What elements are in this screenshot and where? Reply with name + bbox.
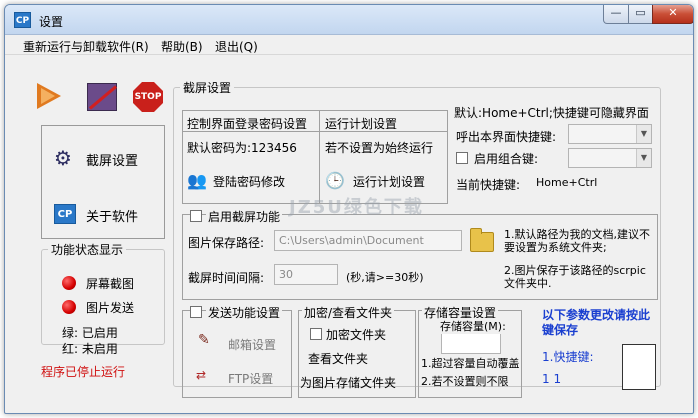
- chevron-down-icon: ▼: [636, 125, 651, 143]
- capacity-label: 存储容量(M):: [440, 318, 506, 334]
- path-note-2: 2.图片保存于该路径的scrpic文件夹中.: [504, 264, 646, 290]
- nav-screenshot-settings-label: 截屏设置: [86, 154, 139, 169]
- storage-note-1: 1.超过容量自动覆盖: [421, 357, 520, 370]
- send-enable-checkbox[interactable]: [190, 306, 202, 318]
- combo-key-checkbox[interactable]: [456, 152, 468, 164]
- nav-panel: ⚙ 截屏设置 CP 关于软件: [41, 125, 165, 239]
- hotkey-title: 默认:Home+Ctrl;快捷键可隐藏界面: [454, 106, 649, 120]
- schedule-header: 运行计划设置: [325, 117, 398, 131]
- capacity-input[interactable]: [441, 333, 501, 354]
- settings-window: CP 设置 — ▭ ✕ 重新运行与卸载软件(R) 帮助(B) 退出(Q) STO…: [4, 4, 694, 414]
- current-hotkey-label: 当前快捷键:: [456, 178, 521, 192]
- nav-screenshot-settings[interactable]: ⚙ 截屏设置: [54, 146, 158, 172]
- save-hint-title: 以下参数更改请按此键保存: [542, 308, 651, 337]
- hotkey-label: 呼出本界面快捷键:: [456, 130, 557, 144]
- folder-icon[interactable]: [470, 228, 494, 252]
- combo-key-select[interactable]: ▼: [568, 148, 652, 168]
- screenshot-settings-group: 截屏设置 控制界面登录密码设置 运行计划设置 默认密码为:123456 若不设置…: [173, 79, 661, 398]
- save-hint-item-2: 1 1: [542, 372, 562, 386]
- storage-folder-text: 为图片存储文件夹: [300, 376, 397, 390]
- combo-key-label: 启用组合键:: [474, 152, 539, 166]
- screenshot-status-led: [62, 276, 76, 290]
- red-note: 红: 未启用: [62, 342, 118, 356]
- green-note: 绿: 已启用: [62, 326, 118, 340]
- screenshot-settings-title: 截屏设置: [183, 81, 232, 95]
- ftp-icon: ⇄: [196, 368, 207, 382]
- status-legend-title: 功能状态显示: [51, 243, 124, 257]
- window-title: 设置: [39, 15, 64, 29]
- camera-off-icon[interactable]: [87, 83, 117, 111]
- app-icon: CP: [14, 12, 31, 28]
- menu-bar: 重新运行与卸载软件(R) 帮助(B) 退出(Q): [5, 35, 693, 55]
- mail-icon: ✎: [198, 332, 210, 348]
- view-folder-button[interactable]: 查看文件夹: [308, 350, 368, 367]
- save-path-input[interactable]: C:\Users\admin\Document: [274, 230, 462, 251]
- path-note-1: 1.默认路径为我的文档,建议不要设置为系统文件夹;: [504, 228, 650, 254]
- title-bar: CP 设置 — ▭ ✕: [5, 5, 693, 35]
- nav-about-software-label: 关于软件: [86, 210, 139, 225]
- send-settings-title: 发送功能设置: [206, 304, 283, 321]
- storage-note-2: 2.若不设置则不限: [421, 375, 509, 388]
- send-status-label: 图片发送: [86, 301, 135, 315]
- interval-label: 截屏时间间隔:: [188, 271, 265, 285]
- users-icon: 👥: [187, 171, 207, 190]
- minimize-button[interactable]: —: [603, 5, 629, 24]
- change-password-button[interactable]: 登陆密码修改: [213, 173, 285, 190]
- hotkey-select[interactable]: ▼: [568, 124, 652, 144]
- status-legend-group: 功能状态显示 屏幕截图 图片发送 绿: 已启用 红: 未启用: [41, 241, 165, 356]
- enable-capture-label: 启用截屏功能: [206, 208, 283, 225]
- menu-exit[interactable]: 退出(Q): [215, 38, 258, 55]
- gear-icon: ⚙: [54, 146, 72, 170]
- save-hint-item: 1.快捷键:: [542, 350, 594, 364]
- nav-about-software[interactable]: CP 关于软件: [54, 202, 158, 228]
- app-logo-icon: CP: [54, 204, 76, 224]
- menu-help[interactable]: 帮助(B): [161, 38, 203, 55]
- mail-settings-button[interactable]: 邮箱设置: [228, 336, 276, 353]
- schedule-note: 若不设置为始终运行: [325, 141, 434, 155]
- current-hotkey-value: Home+Ctrl: [536, 176, 598, 189]
- interval-unit: (秒,请>=30秒): [346, 271, 424, 284]
- start-icon[interactable]: [37, 83, 61, 109]
- screenshot-status-label: 屏幕截图: [86, 277, 135, 291]
- encrypt-folder-title: 加密/查看文件夹: [302, 304, 395, 321]
- interval-input[interactable]: 30: [274, 264, 338, 285]
- password-header: 控制界面登录密码设置: [187, 117, 308, 131]
- encrypt-folder-checkbox[interactable]: [310, 328, 322, 340]
- save-path-label: 图片保存路径:: [188, 236, 265, 250]
- clock-icon: 🕒: [325, 171, 345, 190]
- encrypt-folder-label: 加密文件夹: [326, 328, 387, 342]
- stop-icon[interactable]: STOP: [133, 82, 163, 112]
- send-status-led: [62, 300, 76, 314]
- close-button[interactable]: ✕: [652, 5, 693, 24]
- schedule-settings-button[interactable]: 运行计划设置: [353, 173, 425, 190]
- chevron-down-icon: ▼: [636, 149, 651, 167]
- stopped-status-text: 程序已停止运行: [41, 365, 126, 379]
- password-schedule-panel: 控制界面登录密码设置 运行计划设置 默认密码为:123456 若不设置为始终运行…: [182, 110, 448, 204]
- default-password-text: 默认密码为:123456: [187, 141, 297, 155]
- watermark: JZ5U绿色下载: [289, 197, 424, 218]
- maximize-button[interactable]: ▭: [628, 5, 653, 24]
- enable-capture-checkbox[interactable]: [190, 210, 202, 222]
- menu-rerun-uninstall[interactable]: 重新运行与卸载软件(R): [23, 38, 149, 55]
- ftp-settings-button[interactable]: FTP设置: [228, 370, 273, 387]
- save-button[interactable]: [622, 344, 656, 390]
